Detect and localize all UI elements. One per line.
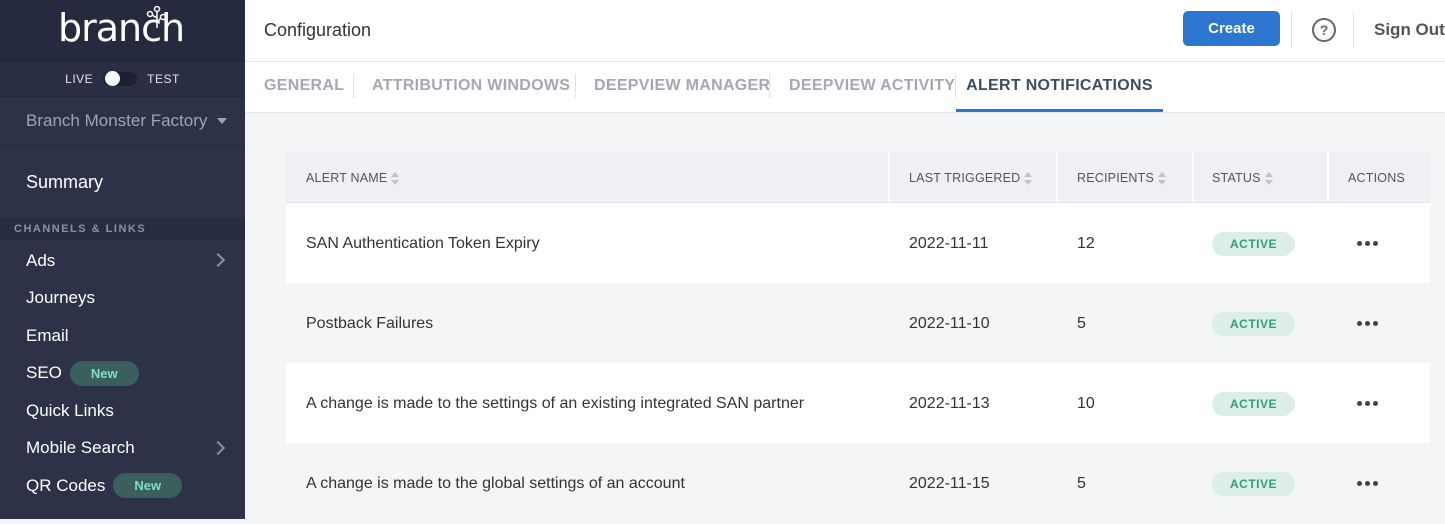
column-divider (1192, 152, 1194, 202)
table-row[interactable]: A change is made to the global settings … (286, 443, 1430, 523)
status-badge: ACTIVE (1212, 232, 1295, 256)
tab-alert-notifications[interactable]: ALERT NOTIFICATIONS (956, 62, 1163, 112)
sidebar-item-label: Email (26, 325, 69, 345)
status-badge: ACTIVE (1212, 472, 1295, 496)
new-badge: New (113, 473, 183, 499)
table-body: SAN Authentication Token Expiry 2022-11-… (286, 203, 1430, 523)
last-triggered-cell: 2022-11-13 (909, 395, 990, 412)
tab-general[interactable]: GENERAL (264, 62, 344, 109)
sidebar-item-label: Journeys (26, 288, 95, 308)
recipients-cell: 5 (1077, 475, 1086, 492)
status-badge: ACTIVE (1212, 312, 1295, 336)
sidebar: branch LIVE TEST Branch Monster Factory … (0, 0, 245, 519)
sidebar-item-journeys[interactable]: Journeys (0, 280, 245, 318)
environment-toggle-row: LIVE TEST (0, 62, 245, 96)
alert-name-cell: A change is made to the global settings … (306, 475, 685, 492)
alerts-table: ALERT NAME LAST TRIGGERED RECIPIENTS STA… (286, 152, 1430, 523)
table-row[interactable]: Postback Failures 2022-11-10 5 ACTIVE (286, 283, 1430, 363)
top-bar: Configuration Create ? Sign Out (245, 0, 1445, 62)
logo-sprout-icon (146, 6, 167, 28)
tab-divider (575, 74, 576, 98)
sidebar-item-seo[interactable]: SEO New (0, 355, 245, 393)
tab-deepview-activity[interactable]: DEEPVIEW ACTIVITY (789, 62, 955, 109)
sidebar-item-label: Quick Links (26, 400, 114, 420)
sidebar-item-email[interactable]: Email (0, 317, 245, 355)
sidebar-item-label: SEO (26, 363, 62, 383)
tab-divider (769, 74, 770, 98)
create-button[interactable]: Create (1183, 11, 1280, 46)
recipients-cell: 12 (1077, 235, 1095, 252)
column-divider (888, 152, 890, 202)
column-header-recipients[interactable]: RECIPIENTS (1077, 152, 1167, 202)
more-actions-icon[interactable] (1357, 236, 1379, 250)
sort-icon (391, 171, 400, 186)
new-badge: New (69, 360, 139, 386)
column-divider (1056, 152, 1058, 202)
app-name: Branch Monster Factory (26, 111, 208, 130)
sidebar-item-label: QR Codes (26, 475, 106, 495)
alert-name-cell: SAN Authentication Token Expiry (306, 235, 540, 252)
environment-toggle[interactable] (103, 71, 138, 86)
column-header-last-triggered[interactable]: LAST TRIGGERED (909, 152, 1033, 202)
column-header-alert-name[interactable]: ALERT NAME (306, 152, 400, 202)
sort-icon (1264, 171, 1273, 186)
recipients-cell: 10 (1077, 395, 1095, 412)
sidebar-item-qr-codes[interactable]: QR Codes New (0, 467, 245, 505)
logo-area: branch (0, 0, 245, 62)
last-triggered-cell: 2022-11-15 (909, 475, 990, 492)
sidebar-item-label: Ads (26, 250, 56, 270)
last-triggered-cell: 2022-11-10 (909, 315, 990, 332)
sidebar-item-quick-links[interactable]: Quick Links (0, 392, 245, 430)
toggle-knob (105, 71, 121, 86)
more-actions-icon[interactable] (1357, 316, 1379, 330)
chevron-right-icon (210, 252, 226, 268)
table-row[interactable]: A change is made to the settings of an e… (286, 363, 1430, 443)
last-triggered-cell: 2022-11-11 (909, 235, 989, 252)
sidebar-item-summary[interactable]: Summary (0, 146, 245, 218)
divider (1353, 12, 1354, 48)
sidebar-item-ads[interactable]: Ads (0, 242, 245, 280)
tab-divider (353, 74, 354, 98)
help-icon[interactable]: ? (1312, 18, 1336, 42)
alert-name-cell: A change is made to the settings of an e… (306, 395, 805, 412)
divider (1291, 12, 1292, 48)
chevron-right-icon (210, 440, 226, 455)
column-header-status[interactable]: STATUS (1212, 152, 1273, 202)
config-tabs: GENERAL ATTRIBUTION WINDOWS DEEPVIEW MAN… (245, 62, 1445, 113)
more-actions-icon[interactable] (1357, 476, 1379, 490)
caret-down-icon (217, 118, 228, 124)
table-row[interactable]: SAN Authentication Token Expiry 2022-11-… (286, 203, 1430, 283)
sign-out-link[interactable]: Sign Out (1374, 20, 1445, 40)
sort-icon (1024, 171, 1033, 186)
sidebar-item-mobile-search[interactable]: Mobile Search (0, 430, 245, 468)
page-title: Configuration (264, 20, 372, 40)
app-selector[interactable]: Branch Monster Factory (0, 96, 245, 146)
live-label: LIVE (65, 72, 94, 86)
sort-icon (1158, 171, 1167, 186)
alert-name-cell: Postback Failures (306, 315, 434, 332)
test-label: TEST (147, 72, 180, 86)
tab-deepview-manager[interactable]: DEEPVIEW MANAGER (594, 62, 770, 109)
more-actions-icon[interactable] (1357, 396, 1379, 410)
sidebar-item-label: Mobile Search (26, 438, 135, 458)
recipients-cell: 5 (1077, 315, 1086, 332)
column-divider (1327, 152, 1329, 202)
tab-attribution-windows[interactable]: ATTRIBUTION WINDOWS (372, 62, 570, 109)
section-heading-channels-links: CHANNELS & LINKS (0, 218, 245, 240)
table-header: ALERT NAME LAST TRIGGERED RECIPIENTS STA… (286, 152, 1430, 203)
sidebar-item-label: Summary (26, 171, 104, 192)
status-badge: ACTIVE (1212, 392, 1295, 416)
column-header-actions: ACTIONS (1348, 171, 1405, 185)
